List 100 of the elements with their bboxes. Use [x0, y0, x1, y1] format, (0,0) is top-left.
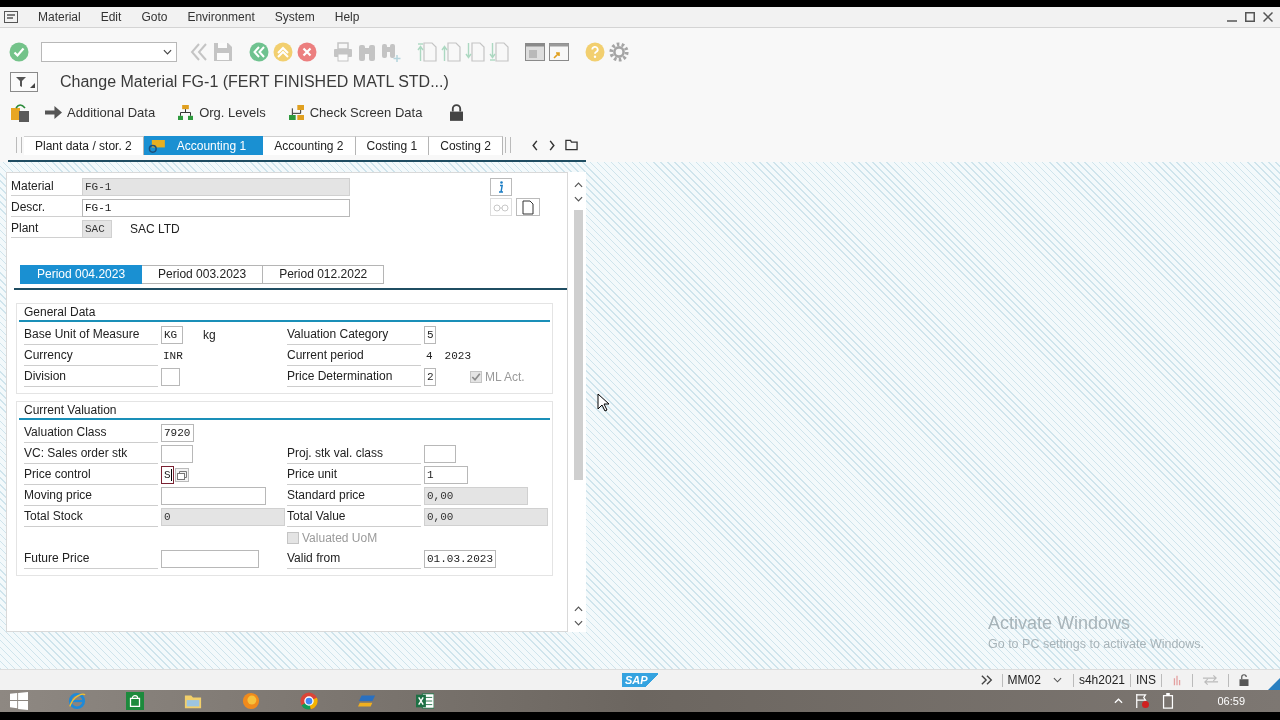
toolbar-button[interactable]: Additional Data [45, 104, 156, 120]
browser-icon[interactable] [242, 692, 260, 710]
glasses-icon[interactable] [490, 198, 512, 216]
chevron-left-icon[interactable] [530, 139, 539, 151]
hierarchy-icon [177, 104, 195, 120]
check-circle-icon[interactable] [9, 42, 29, 62]
menu-item[interactable]: System [264, 10, 325, 24]
tab[interactable]: Costing 1 [355, 136, 430, 155]
section-title: Current Valuation [23, 403, 118, 418]
input-field[interactable] [161, 486, 266, 505]
tab[interactable]: Period 004.2023 [20, 265, 143, 284]
folder-icon[interactable] [564, 139, 578, 151]
scroll-down-icon[interactable] [573, 620, 583, 626]
tab[interactable]: Accounting 2 [263, 136, 356, 155]
activation-title: Activate Windows [988, 613, 1132, 634]
field-label: Total Stock [24, 506, 158, 527]
input-field[interactable] [161, 444, 193, 463]
menu-item[interactable]: Edit [90, 10, 132, 24]
battery-icon[interactable] [1161, 693, 1176, 709]
logo: SAP [622, 673, 658, 687]
spreadsheet-icon[interactable] [416, 692, 434, 710]
window-title: Change Material FG-1 (FERT FINISHED MATL STD...) [60, 73, 449, 91]
input-mode: INS [1136, 673, 1156, 687]
input-field[interactable] [161, 367, 180, 386]
input-field[interactable] [161, 549, 259, 568]
input-field[interactable]: 7920 [161, 423, 194, 442]
field-description: SAC LTD [130, 222, 180, 236]
chevron-right-icon[interactable] [547, 139, 556, 151]
status-icon [147, 139, 165, 153]
field-value: INR [162, 349, 183, 362]
scrollbar-thumb[interactable] [573, 210, 583, 480]
start-icon[interactable] [10, 692, 28, 710]
close-icon[interactable] [1263, 12, 1273, 22]
maximize-icon[interactable] [1245, 12, 1255, 22]
input-field[interactable]: 1 [424, 465, 468, 484]
input-field[interactable]: FG-1 [82, 199, 350, 217]
toolbar-button[interactable]: Org. Levels [177, 104, 266, 120]
field-value: 4 [425, 349, 433, 362]
caret-icon[interactable] [1052, 677, 1062, 683]
section-title: General Data [23, 305, 97, 320]
field-label: Currency [24, 345, 158, 366]
caret-icon [163, 49, 172, 55]
tab[interactable]: Period 012.2022 [263, 265, 385, 284]
field-label: Price unit [287, 464, 421, 485]
flag-icon[interactable] [1135, 693, 1150, 709]
chevron-up-icon[interactable] [1114, 698, 1124, 704]
resize-corner-icon[interactable] [1268, 678, 1280, 690]
field-label: Valuation Class [24, 422, 158, 443]
back-circle-icon[interactable] [249, 42, 269, 62]
menu-item[interactable]: Help [324, 10, 370, 24]
scroll-up-icon[interactable] [573, 182, 583, 188]
menu-item[interactable]: Goto [131, 10, 178, 24]
info-icon[interactable] [490, 178, 512, 196]
field-label: Base Unit of Measure [24, 324, 158, 345]
value-help-icon[interactable] [175, 467, 189, 482]
scroll-up-icon[interactable] [573, 606, 583, 612]
toggle-icon[interactable] [11, 102, 29, 122]
field-label: Proj. stk val. class [287, 443, 421, 464]
bars-icon [1171, 674, 1183, 686]
browser-icon[interactable] [300, 692, 318, 710]
input-field[interactable]: 2 [424, 367, 436, 386]
scroll-down-icon[interactable] [573, 196, 583, 202]
arrow-right-icon [45, 104, 62, 120]
transaction-code[interactable]: MM02 [1007, 673, 1041, 687]
input-field[interactable]: 5 [424, 325, 436, 344]
mouse-pointer-icon [597, 393, 609, 412]
field-label: VC: Sales order stk [24, 443, 158, 464]
x-circle-icon[interactable] [297, 42, 317, 62]
tab[interactable]: Plant data / stor. 2 [24, 136, 144, 155]
field-label: Valid from [287, 548, 421, 569]
menu-item[interactable]: Environment [177, 10, 265, 24]
toolbar-button[interactable]: Check Screen Data [287, 104, 423, 120]
window-icon[interactable] [525, 42, 545, 62]
field-label: Division [24, 366, 158, 387]
menu-icon[interactable] [4, 11, 18, 23]
browser-icon[interactable] [68, 692, 86, 710]
lock-icon[interactable] [450, 103, 464, 121]
input-field[interactable] [424, 444, 456, 463]
shopping-bag-icon[interactable] [126, 692, 144, 710]
tab[interactable]: Accounting 1 [143, 136, 264, 155]
field-label: Moving price [24, 485, 158, 506]
field-label: Total Value [287, 506, 421, 527]
field-note: 2023 [444, 349, 471, 362]
hierarchy-icon [287, 104, 305, 120]
checkbox-label: Valuated UoM [302, 530, 378, 545]
tab[interactable]: Costing 2 [429, 136, 503, 155]
activation-text: Go to PC settings to activate Windows. [988, 637, 1205, 651]
field-label: Price control [24, 464, 158, 485]
filter-icon[interactable] [10, 72, 38, 92]
lock-icon [1238, 674, 1250, 686]
document-icon[interactable] [516, 198, 540, 216]
field-note: kg [203, 327, 216, 342]
settings-icon[interactable] [609, 42, 629, 62]
tab[interactable]: Period 003.2023 [142, 265, 264, 284]
double-chevron-right-icon[interactable] [980, 674, 993, 686]
command-field[interactable] [41, 42, 177, 62]
menu-item[interactable]: Material [28, 10, 91, 24]
input-field[interactable]: 01.03.2023 [424, 549, 496, 568]
input-field[interactable]: KG [161, 325, 183, 344]
input-field[interactable]: S [161, 465, 174, 484]
